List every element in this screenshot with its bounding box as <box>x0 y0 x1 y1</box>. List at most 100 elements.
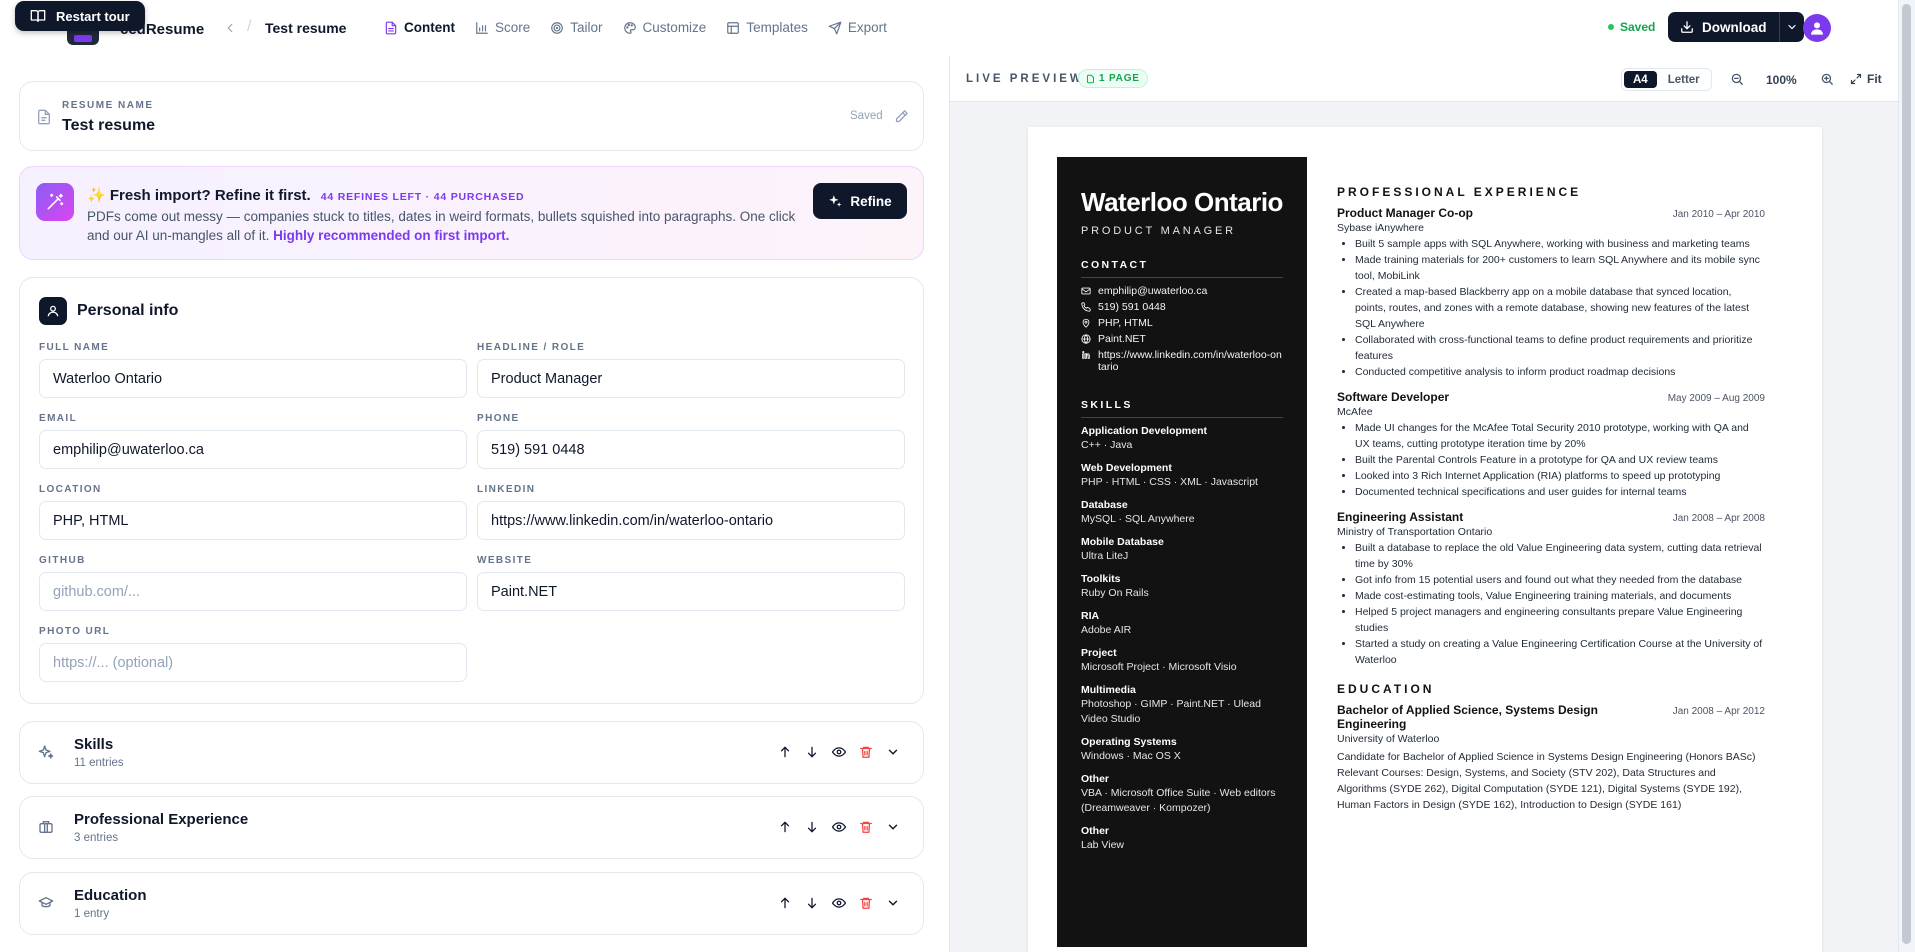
editor-tabs: Content Score Tailor Customize Templates… <box>374 16 897 39</box>
paper-size-toggle: A4 Letter <box>1621 68 1712 91</box>
pencil-icon[interactable] <box>894 109 909 124</box>
website-field[interactable] <box>477 572 905 611</box>
download-options-chevron-down-icon[interactable] <box>1778 12 1804 42</box>
location-label: LOCATION <box>39 484 102 495</box>
job-title: Product Manager Co-op <box>1337 206 1474 220</box>
page-scrollbar-thumb[interactable] <box>1902 4 1911 944</box>
contact-phone: 519) 591 0448 <box>1081 301 1283 313</box>
trash-icon[interactable] <box>859 820 873 834</box>
tab-export[interactable]: Export <box>818 16 897 39</box>
skill-group: RIA Adobe AIR <box>1081 610 1283 638</box>
job-bullet: Built 5 sample apps with SQL Anywhere, w… <box>1355 236 1765 252</box>
job-entry: Engineering Assistant Jan 2008 – Apr 2008… <box>1337 510 1765 668</box>
preview-panel: LIVE PREVIEW 1 PAGE A4 Letter 100% Fit W… <box>949 56 1898 952</box>
document-title[interactable]: Test resume <box>265 20 346 36</box>
linkedin-field[interactable] <box>477 501 905 540</box>
job-bullet: Looked into 3 Rich Internet Application … <box>1355 468 1765 484</box>
github-field[interactable] <box>39 572 467 611</box>
move-down-arrow-icon[interactable] <box>805 820 819 834</box>
sparkle-icon <box>828 194 842 208</box>
download-button[interactable]: Download <box>1668 12 1779 42</box>
skill-group: Project Microsoft Project · Microsoft Vis… <box>1081 647 1283 675</box>
back-chevron-icon[interactable] <box>223 20 237 36</box>
jobs-list: Product Manager Co-op Jan 2010 – Apr 2010… <box>1337 206 1765 668</box>
breadcrumb-separator: / <box>247 18 252 35</box>
skill-items: Lab View <box>1081 839 1125 851</box>
education-heading: EDUCATION <box>1337 682 1435 696</box>
eye-icon[interactable] <box>832 896 846 910</box>
target-icon <box>550 21 564 35</box>
eye-icon[interactable] <box>832 745 846 759</box>
trash-icon[interactable] <box>859 745 873 759</box>
paper-size-a4[interactable]: A4 <box>1624 71 1657 88</box>
skills-list: Application Development C++ · Java Web Dev… <box>1081 425 1283 853</box>
paper-size-letter[interactable]: Letter <box>1659 71 1709 88</box>
zoom-in-icon[interactable] <box>1820 72 1834 86</box>
chevron-down-icon[interactable] <box>886 896 900 910</box>
preview-toolbar: LIVE PREVIEW 1 PAGE A4 Letter 100% Fit <box>950 56 1898 102</box>
restart-tour-button[interactable]: Restart tour <box>15 1 145 31</box>
eye-icon[interactable] <box>832 820 846 834</box>
skill-group: Database MySQL · SQL Anywhere <box>1081 499 1283 527</box>
website-label: WEBSITE <box>477 555 533 566</box>
section-title: Professional Experience <box>74 811 249 828</box>
linkedin-icon <box>1081 349 1091 373</box>
contact-text: https://www.linkedin.com/in/waterloo-ont… <box>1098 349 1282 373</box>
tab-score[interactable]: Score <box>465 16 540 39</box>
education-description: Candidate for Bachelor of Applied Scienc… <box>1337 751 1756 811</box>
email-field[interactable] <box>39 430 467 469</box>
skill-category: RIA <box>1081 610 1100 622</box>
download-icon <box>1680 20 1694 34</box>
mail-icon <box>1081 285 1091 297</box>
tab-templates[interactable]: Templates <box>716 16 818 39</box>
skill-group: Multimedia Photoshop · GIMP · Paint.NET ·… <box>1081 684 1283 727</box>
job-bullet: Documented technical specifications and … <box>1355 484 1765 500</box>
experience-section[interactable]: Professional Experience 3 entries <box>19 796 924 859</box>
skill-category: Other <box>1081 825 1110 837</box>
phone-icon <box>1081 301 1091 313</box>
education-header: Bachelor of Applied Science, Systems Des… <box>1337 703 1765 731</box>
move-up-arrow-icon[interactable] <box>778 745 792 759</box>
refine-banner: ✨ Fresh import? Refine it first. 44 REFI… <box>19 166 924 260</box>
headline-field[interactable] <box>477 359 905 398</box>
resume-name-value[interactable]: Test resume <box>62 117 155 135</box>
sparkles-icon <box>38 744 54 760</box>
tab-label: Customize <box>642 20 707 35</box>
resume-name-card: RESUME NAME Test resume Saved <box>19 81 924 151</box>
resume-page: Waterloo Ontario PRODUCT MANAGER CONTACT… <box>1028 127 1822 952</box>
tab-content[interactable]: Content <box>374 16 465 39</box>
personal-info-title: Personal info <box>77 302 179 319</box>
move-down-arrow-icon[interactable] <box>805 896 819 910</box>
skill-items: PHP · HTML · CSS · XML · Javascript <box>1081 476 1258 488</box>
education-section[interactable]: Education 1 entry <box>19 872 924 935</box>
zoom-out-icon[interactable] <box>1730 72 1744 86</box>
phone-field[interactable] <box>477 430 905 469</box>
contact-text: 519) 591 0448 <box>1098 301 1166 313</box>
user-avatar[interactable] <box>1803 14 1831 42</box>
chevron-down-icon[interactable] <box>886 820 900 834</box>
tab-customize[interactable]: Customize <box>613 16 717 39</box>
skill-category: Database <box>1081 499 1128 511</box>
move-up-arrow-icon[interactable] <box>778 896 792 910</box>
document-icon <box>36 108 52 126</box>
move-down-arrow-icon[interactable] <box>805 745 819 759</box>
bar-chart-icon <box>475 21 489 35</box>
move-up-arrow-icon[interactable] <box>778 820 792 834</box>
location-field[interactable] <box>39 501 467 540</box>
job-bullet: Created a map-based Blackberry app on a … <box>1355 284 1765 332</box>
chevron-down-icon[interactable] <box>886 745 900 759</box>
job-bullet: Built the Parental Controls Feature in a… <box>1355 452 1765 468</box>
skill-items: Ruby On Rails <box>1081 587 1149 599</box>
headline-label: HEADLINE / ROLE <box>477 342 586 353</box>
refine-button[interactable]: Refine <box>813 183 907 219</box>
download-label: Download <box>1702 19 1767 35</box>
photo-url-label: PHOTO URL <box>39 626 111 637</box>
job-bullets: Built 5 sample apps with SQL Anywhere, w… <box>1337 236 1765 380</box>
fit-button[interactable]: Fit <box>1850 72 1882 86</box>
skills-section[interactable]: Skills 11 entries <box>19 721 924 784</box>
trash-icon[interactable] <box>859 896 873 910</box>
full-name-field[interactable] <box>39 359 467 398</box>
tab-tailor[interactable]: Tailor <box>540 16 612 39</box>
photo-url-field[interactable] <box>39 643 467 682</box>
job-header: Product Manager Co-op Jan 2010 – Apr 2010 <box>1337 206 1765 220</box>
